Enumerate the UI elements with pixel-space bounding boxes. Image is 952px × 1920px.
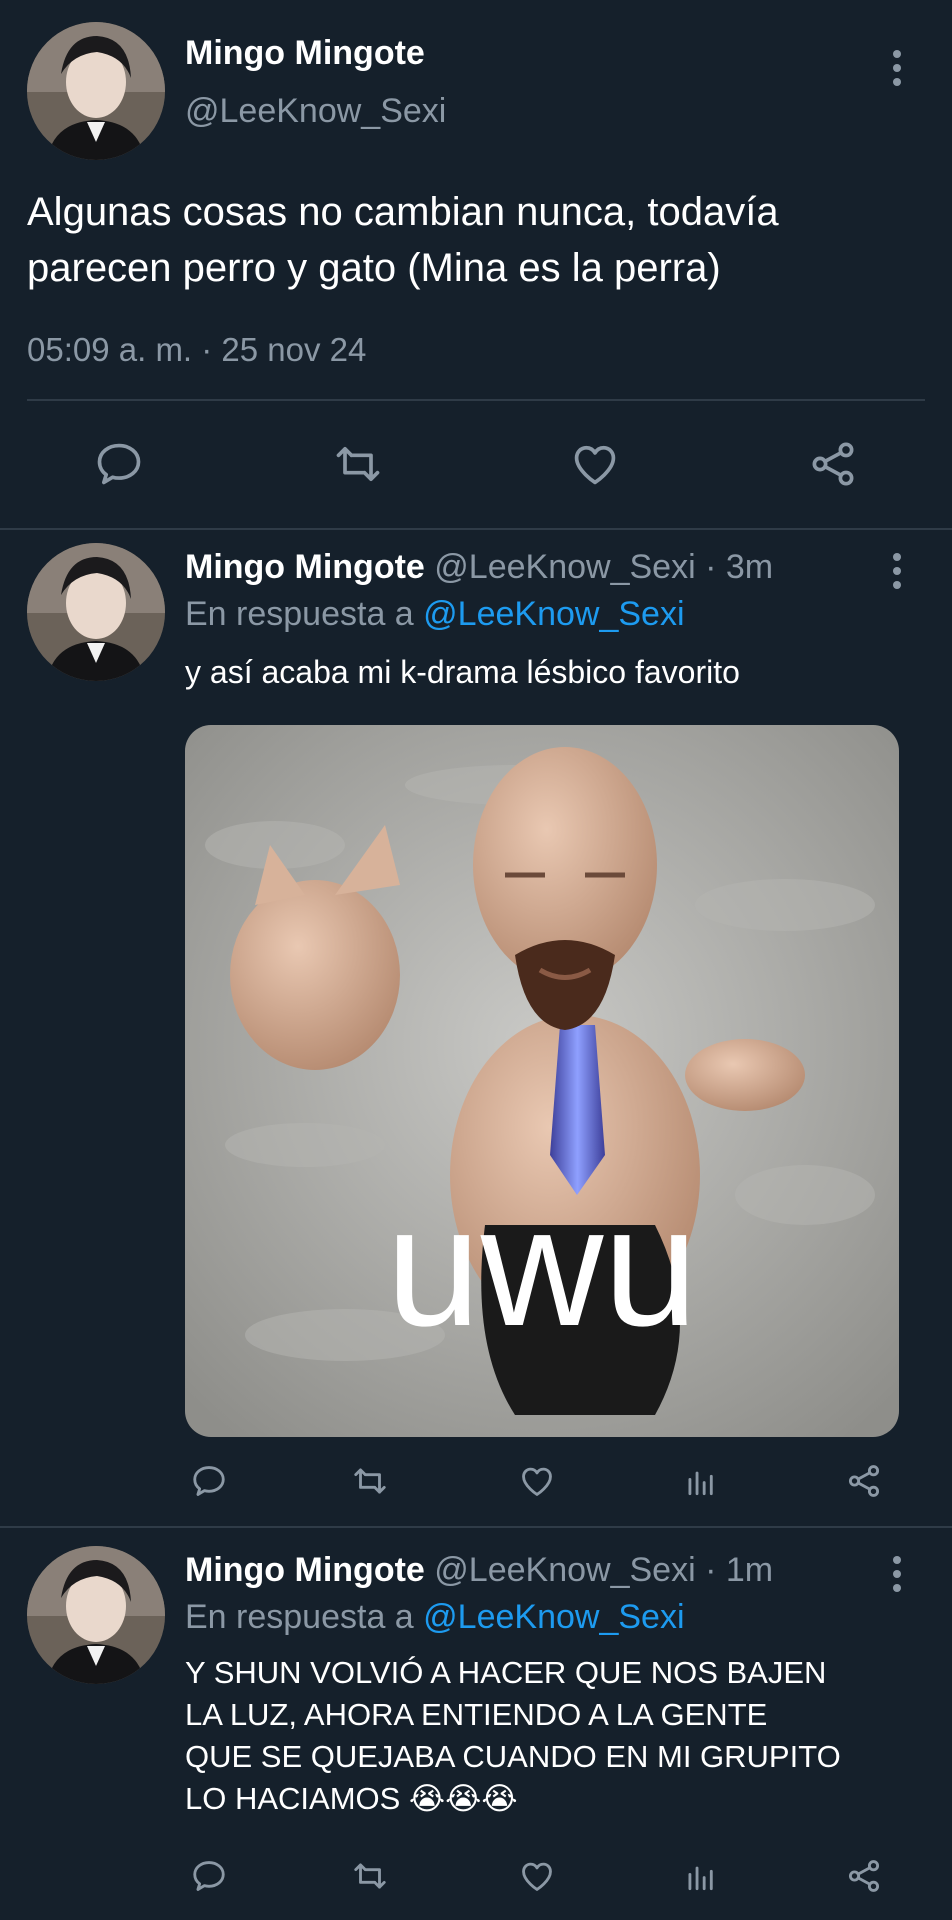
- retweet-icon[interactable]: [350, 1462, 390, 1500]
- retweet-icon[interactable]: [331, 438, 385, 490]
- like-icon[interactable]: [517, 1462, 557, 1500]
- reply-context: En respuesta a @LeeKnow_Sexi: [185, 1598, 685, 1637]
- tweet-text: Algunas cosas no cambian nunca, todavía …: [27, 184, 779, 296]
- reply-icon[interactable]: [190, 1462, 228, 1500]
- divider: [27, 399, 925, 401]
- more-vertical-icon[interactable]: [891, 1556, 903, 1592]
- share-icon[interactable]: [845, 1857, 883, 1895]
- handle-time[interactable]: @LeeKnow_Sexi · 3m: [434, 548, 773, 586]
- more-vertical-icon[interactable]: [891, 553, 903, 589]
- tweet-text-line: Y SHUN VOLVIÓ A HACER QUE NOS BAJEN: [185, 1655, 827, 1690]
- like-icon[interactable]: [568, 438, 622, 490]
- tweet-text: y así acaba mi k-drama lésbico favorito: [185, 654, 740, 690]
- analytics-icon[interactable]: [682, 1462, 720, 1500]
- analytics-icon[interactable]: [682, 1857, 720, 1895]
- retweet-icon[interactable]: [350, 1857, 390, 1895]
- display-name[interactable]: Mingo Mingote: [185, 548, 425, 586]
- reply-to-link[interactable]: @LeeKnow_Sexi: [423, 595, 684, 633]
- tweet-text-line: parecen perro y gato (Mina es la perra): [27, 246, 721, 290]
- reply-icon[interactable]: [190, 1857, 228, 1895]
- reply-header: Mingo Mingote @LeeKnow_Sexi · 1m: [185, 1551, 773, 1590]
- share-icon[interactable]: [845, 1462, 883, 1500]
- display-name[interactable]: Mingo Mingote: [185, 1551, 425, 1589]
- timestamp[interactable]: 05:09 a. m. · 25 nov 24: [27, 331, 366, 369]
- media-image[interactable]: uwu: [185, 725, 899, 1437]
- more-vertical-icon[interactable]: [891, 50, 903, 86]
- reply-context: En respuesta a @LeeKnow_Sexi: [185, 595, 685, 634]
- avatar[interactable]: [27, 22, 165, 160]
- like-icon[interactable]: [517, 1857, 557, 1895]
- avatar[interactable]: [27, 1546, 165, 1684]
- tweet-text-line: LO HACIAMOS 😭😭😭: [185, 1781, 518, 1816]
- tweet-text-line: QUE SE QUEJABA CUANDO EN MI GRUPITO: [185, 1739, 841, 1774]
- reply-prefix: En respuesta a: [185, 595, 414, 633]
- reply-to-link[interactable]: @LeeKnow_Sexi: [423, 1598, 684, 1636]
- reply-icon[interactable]: [93, 438, 145, 490]
- tweet-text-line: Algunas cosas no cambian nunca, todavía: [27, 190, 779, 234]
- share-icon[interactable]: [807, 438, 859, 490]
- divider: [0, 528, 952, 530]
- handle[interactable]: @LeeKnow_Sexi: [185, 92, 446, 131]
- reply-header: Mingo Mingote @LeeKnow_Sexi · 3m: [185, 548, 773, 587]
- tweet-text-line: LA LUZ, AHORA ENTIENDO A LA GENTE: [185, 1697, 768, 1732]
- meme-illustration: uwu: [185, 725, 899, 1437]
- avatar[interactable]: [27, 543, 165, 681]
- handle-time[interactable]: @LeeKnow_Sexi · 1m: [434, 1551, 773, 1589]
- media-caption: uwu: [386, 1172, 698, 1362]
- tweet-text: Y SHUN VOLVIÓ A HACER QUE NOS BAJEN LA L…: [185, 1652, 841, 1820]
- display-name[interactable]: Mingo Mingote: [185, 34, 425, 73]
- reply-prefix: En respuesta a: [185, 1598, 414, 1636]
- divider: [0, 1526, 952, 1528]
